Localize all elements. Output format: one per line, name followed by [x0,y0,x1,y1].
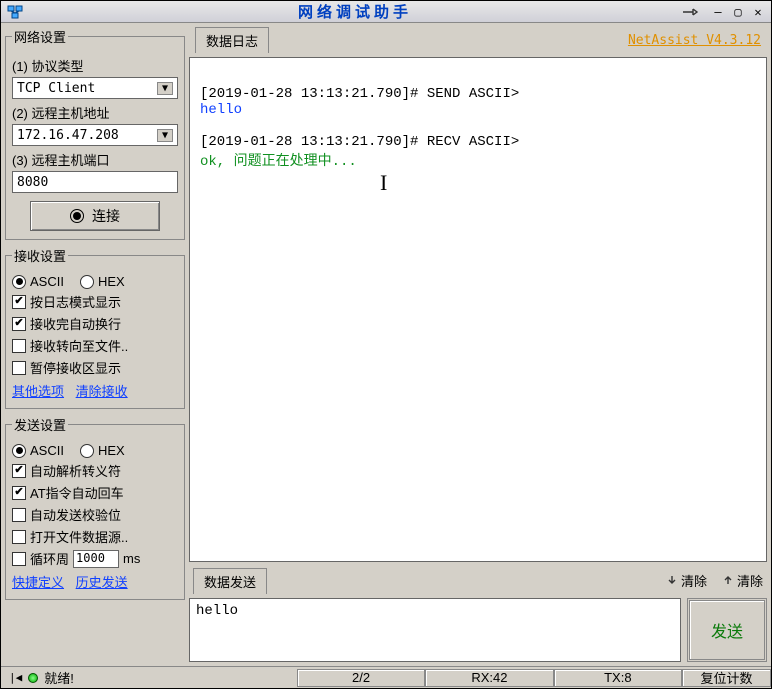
arrow-up-icon [721,574,735,586]
port-value: 8080 [17,175,48,190]
status-counter: 2/2 [297,669,425,687]
recv-other-link[interactable]: 其他选项 [12,384,64,399]
recv-opt2-label: 接收完自动换行 [30,314,121,333]
recv-opt1-label: 按日志模式显示 [30,292,121,311]
network-settings-group: 网络设置 (1) 协议类型 TCP Client ▼ (2) 远程主机地址 17… [5,27,185,240]
close-button[interactable]: ✕ [749,4,767,20]
send-hex-label: HEX [98,443,125,458]
ready-label: 就绪! [44,668,74,687]
send-openfile-check[interactable] [12,530,26,544]
send-cycle-check[interactable] [12,552,26,566]
window-title: 网络调试助手 [29,1,681,22]
text-cursor-icon: I [380,170,390,196]
send-hex-radio[interactable] [80,444,94,458]
connect-button[interactable]: 连接 [30,201,160,231]
log-recv-data: ok, 问题正在处理中... [200,154,357,170]
chevron-down-icon: ▼ [157,82,173,95]
log-send-header: [2019-01-28 13:13:21.790]# SEND ASCII> [200,86,519,102]
connect-label: 连接 [92,206,120,226]
ready-dot-icon [28,673,38,683]
send-ascii-radio[interactable] [12,444,26,458]
send-button[interactable]: 发送 [687,598,767,662]
send-opt2-label: AT指令自动回车 [30,483,124,502]
send-tab[interactable]: 数据发送 [193,568,267,594]
protocol-value: TCP Client [17,81,95,96]
app-icon [1,5,29,19]
left-panel: 网络设置 (1) 协议类型 TCP Client ▼ (2) 远程主机地址 17… [5,27,185,662]
protocol-select[interactable]: TCP Client ▼ [12,77,178,99]
recv-ascii-label: ASCII [30,274,64,289]
port-input[interactable]: 8080 [12,171,178,193]
cycle-unit: ms [123,551,140,566]
status-rx: RX:42 [425,669,553,687]
recv-autowrap-check[interactable] [12,317,26,331]
recv-opt4-label: 暂停接收区显示 [30,358,121,377]
send-atcr-check[interactable] [12,486,26,500]
recv-logmode-check[interactable] [12,295,26,309]
maximize-button[interactable]: ▢ [729,4,747,20]
send-opt4-label: 打开文件数据源.. [30,527,128,546]
send-shortcut-link[interactable]: 快捷定义 [12,575,64,590]
host-label: (2) 远程主机地址 [12,103,178,122]
app-window: 网络调试助手 — ▢ ✕ 网络设置 (1) 协议类型 TCP Client ▼ … [0,0,772,689]
recv-tofile-check[interactable] [12,339,26,353]
reset-counter-button[interactable]: 复位计数 [682,669,771,687]
status-tx: TX:8 [554,669,682,687]
pin-icon[interactable] [681,5,699,19]
send-opt3-label: 自动发送校验位 [30,505,121,524]
send-opt1-label: 自动解析转义符 [30,461,121,480]
right-panel: 数据日志 NetAssist V4.3.12 [2019-01-28 13:13… [189,27,767,662]
log-tab[interactable]: 数据日志 [195,27,269,53]
recv-hex-label: HEX [98,274,125,289]
status-bar: |◀ 就绪! 2/2 RX:42 TX:8 复位计数 [1,666,771,688]
recv-hex-radio[interactable] [80,275,94,289]
collapse-icon[interactable]: |◀ [9,671,22,684]
cycle-label: 循环周 [30,549,69,568]
send-escape-check[interactable] [12,464,26,478]
host-value: 172.16.47.208 [17,128,119,143]
clear-up-button[interactable]: 清除 [721,571,763,590]
send-checksum-check[interactable] [12,508,26,522]
host-select[interactable]: 172.16.47.208 ▼ [12,124,178,146]
log-area[interactable]: [2019-01-28 13:13:21.790]# SEND ASCII> h… [189,57,767,562]
log-send-data: hello [200,102,242,118]
recv-settings-legend: 接收设置 [12,246,68,265]
recv-opt3-label: 接收转向至文件.. [30,336,128,355]
send-history-link[interactable]: 历史发送 [76,575,128,590]
titlebar: 网络调试助手 — ▢ ✕ [1,1,771,23]
minimize-button[interactable]: — [709,4,727,20]
log-recv-header: [2019-01-28 13:13:21.790]# RECV ASCII> [200,134,519,150]
chevron-down-icon: ▼ [157,129,173,142]
recv-ascii-radio[interactable] [12,275,26,289]
version-link[interactable]: NetAssist V4.3.12 [628,33,761,48]
clear2-label: 清除 [737,571,763,590]
send-settings-group: 发送设置 ASCII HEX 自动解析转义符 AT指令自动回车 自动发送校验位 … [5,415,185,600]
cycle-input[interactable]: 1000 [73,550,119,568]
arrow-down-icon [665,574,679,586]
clear1-label: 清除 [681,571,707,590]
status-dot-icon [70,209,84,223]
send-settings-legend: 发送设置 [12,415,68,434]
clear-down-button[interactable]: 清除 [665,571,707,590]
recv-clear-link[interactable]: 清除接收 [76,384,128,399]
port-label: (3) 远程主机端口 [12,150,178,169]
send-input[interactable]: hello [189,598,681,662]
recv-pause-check[interactable] [12,361,26,375]
network-settings-legend: 网络设置 [12,27,68,46]
protocol-label: (1) 协议类型 [12,56,178,75]
send-ascii-label: ASCII [30,443,64,458]
recv-settings-group: 接收设置 ASCII HEX 按日志模式显示 接收完自动换行 接收转向至文件..… [5,246,185,409]
